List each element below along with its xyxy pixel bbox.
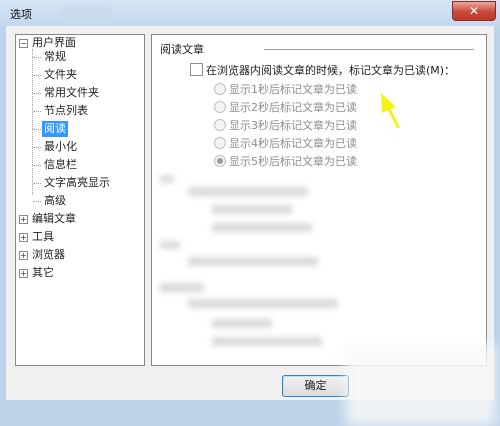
tree-item-browser[interactable]: 浏览器 [32, 247, 65, 263]
blurred-title-text [62, 8, 112, 18]
tree-item-general[interactable]: 常规 [44, 49, 66, 65]
tree-item-minimize[interactable]: 最小化 [44, 139, 77, 155]
expand-icon[interactable]: + [19, 233, 28, 242]
tree-connector [33, 147, 41, 148]
tree-connector [33, 75, 41, 76]
tree-item-favorite-folders[interactable]: 常用文件夹 [44, 85, 99, 101]
watermark-overlay [346, 344, 496, 426]
settings-panel: 阅读文章 在浏览器内阅读文章的时候，标记文章为已读(M)： 显示1秒后标记文章为… [151, 34, 487, 366]
tree-item-node-list[interactable]: 节点列表 [44, 103, 88, 119]
expand-icon[interactable]: + [19, 251, 28, 260]
tree-connector [32, 49, 33, 195]
tree-connector [33, 129, 41, 130]
tree-connector [33, 93, 41, 94]
tree-item-other[interactable]: 其它 [32, 265, 54, 281]
expand-icon[interactable]: + [19, 269, 28, 278]
tree-item-edit-article[interactable]: 编辑文章 [32, 211, 76, 227]
close-button[interactable]: ✕ [452, 1, 496, 21]
tree-item-advanced[interactable]: 高级 [44, 193, 66, 209]
tree-item-text-highlight[interactable]: 文字高亮显示 [44, 175, 110, 191]
tree-connector [33, 201, 41, 202]
tree-connector [33, 165, 41, 166]
tree-connector [33, 183, 41, 184]
options-tree[interactable]: − 用户界面 常规 文件夹 常用文件夹 节点列表 阅读 最小化 信息栏 文字高亮… [15, 34, 145, 366]
ok-button[interactable]: 确定 [282, 375, 349, 397]
tree-connector [33, 57, 41, 58]
annotation-arrow-icon [381, 93, 400, 129]
collapse-icon[interactable]: − [19, 39, 28, 48]
title-bar: 选项 ✕ [0, 0, 500, 26]
tree-item-folders[interactable]: 文件夹 [44, 67, 77, 83]
window-title: 选项 [10, 8, 32, 21]
tree-item-info-bar[interactable]: 信息栏 [44, 157, 77, 173]
dialog-body: − 用户界面 常规 文件夹 常用文件夹 节点列表 阅读 最小化 信息栏 文字高亮… [6, 26, 496, 426]
tree-connector [33, 111, 41, 112]
tree-item-tools[interactable]: 工具 [32, 229, 54, 245]
expand-icon[interactable]: + [19, 215, 28, 224]
tree-item-reading[interactable]: 阅读 [42, 121, 68, 137]
